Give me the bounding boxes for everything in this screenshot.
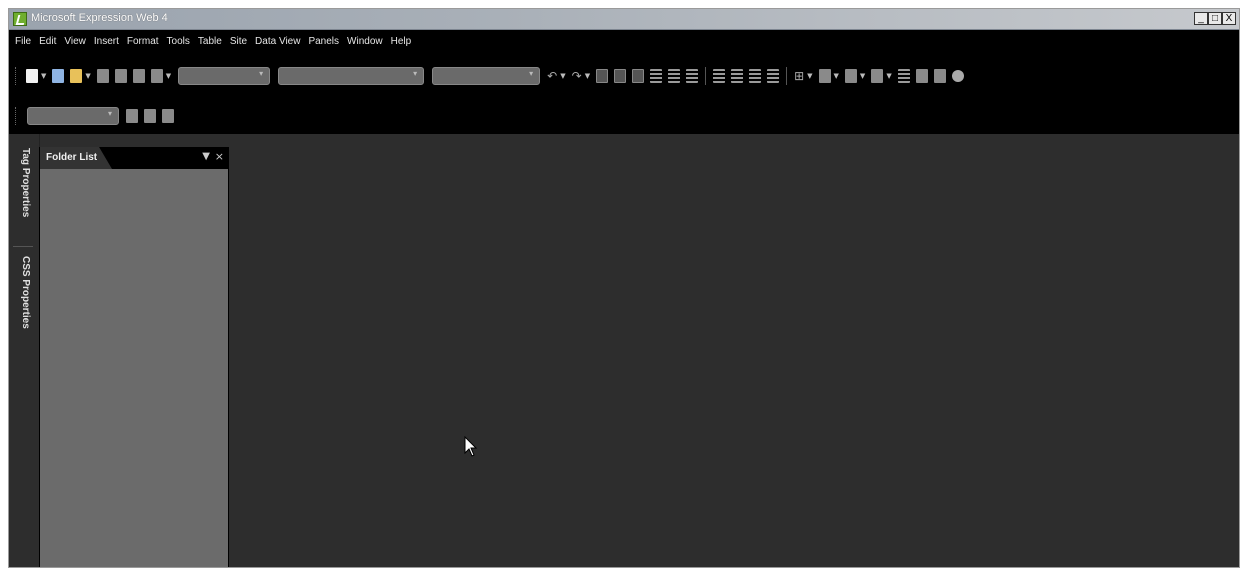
new-page-icon[interactable] [26, 69, 38, 83]
redo-icon[interactable]: ↷ [572, 69, 582, 83]
menu-view[interactable]: View [62, 36, 92, 47]
save-all-icon[interactable] [114, 69, 127, 83]
font-size-combo[interactable] [432, 67, 541, 85]
insert-hyperlink-icon[interactable] [933, 69, 946, 83]
common-toolbar: ▼ ▼ ▼ ↶ ▼ ↷ ▼ [15, 64, 967, 88]
print-icon[interactable] [132, 69, 145, 83]
editing-workspace[interactable] [229, 134, 1239, 567]
menu-help[interactable]: Help [389, 36, 418, 47]
web-component-icon[interactable] [951, 70, 964, 82]
menu-tools[interactable]: Tools [165, 36, 196, 47]
window-title: Microsoft Expression Web 4 [31, 12, 168, 24]
secondary-toolbar [15, 104, 177, 128]
bullets-icon[interactable] [731, 69, 744, 83]
menu-file[interactable]: File [13, 36, 37, 47]
menu-panels[interactable]: Panels [306, 36, 345, 47]
insert-layer-icon[interactable] [897, 69, 910, 83]
panel-title: Folder List [46, 152, 98, 163]
toolbar-separator [786, 67, 788, 85]
toolbar-grip[interactable] [15, 67, 18, 85]
font-color-icon[interactable] [844, 69, 857, 83]
insert-table-icon[interactable] [871, 69, 884, 83]
insert-table-dropdown-arrow[interactable]: ▼ [886, 72, 891, 80]
align-right-icon[interactable] [686, 69, 699, 83]
menu-edit[interactable]: Edit [37, 36, 62, 47]
toolbar-separator [705, 67, 707, 85]
new-document-icon[interactable] [52, 69, 65, 83]
redo-dropdown-arrow[interactable]: ▼ [585, 72, 590, 80]
target-combo[interactable] [27, 107, 119, 125]
title-bar: Microsoft Expression Web 4 _ □ X [9, 9, 1239, 30]
toolbar-grip[interactable] [15, 107, 18, 125]
bold-icon[interactable] [596, 69, 609, 83]
tab-tag-properties[interactable]: Tag Properties [13, 148, 31, 217]
menu-insert[interactable]: Insert [92, 36, 125, 47]
menu-window[interactable]: Window [345, 36, 389, 47]
increase-indent-icon[interactable] [767, 69, 780, 83]
new-dropdown-arrow[interactable]: ▼ [41, 72, 46, 80]
tab-folder-list[interactable]: Folder List [40, 147, 112, 169]
folder-icon[interactable] [126, 109, 138, 123]
highlight-icon[interactable] [818, 69, 831, 83]
document-icon[interactable] [144, 109, 156, 123]
preview-dropdown-arrow[interactable]: ▼ [166, 72, 171, 80]
style-combo[interactable] [178, 67, 271, 85]
decrease-indent-icon[interactable] [749, 69, 762, 83]
menu-bar: File Edit View Insert Format Tools Table… [9, 30, 1239, 52]
font-color-dropdown-arrow[interactable]: ▼ [860, 72, 865, 80]
menu-data-view[interactable]: Data View [253, 36, 306, 47]
expression-web-logo-icon [13, 12, 27, 26]
open-folder-icon[interactable] [70, 69, 83, 83]
close-icon[interactable]: × [215, 150, 224, 163]
borders-icon[interactable]: ⊞ [794, 69, 804, 83]
align-center-icon[interactable] [668, 69, 681, 83]
borders-dropdown-arrow[interactable]: ▼ [807, 72, 812, 80]
side-panel-tabs: Tag Properties CSS Properties [9, 134, 40, 567]
minimize-button[interactable]: _ [1194, 12, 1208, 25]
pin-icon[interactable]: ▼ [202, 151, 210, 162]
undo-dropdown-arrow[interactable]: ▼ [560, 72, 565, 80]
maximize-button[interactable]: □ [1208, 12, 1222, 25]
folder-list-panel[interactable]: Folder List ▼ × [39, 147, 229, 567]
underline-icon[interactable] [632, 69, 645, 83]
check-icon[interactable] [162, 109, 174, 123]
save-icon[interactable] [96, 69, 109, 83]
undo-icon[interactable]: ↶ [547, 69, 557, 83]
mouse-pointer-icon [464, 436, 478, 457]
preview-in-browser-icon[interactable] [150, 69, 163, 83]
highlight-dropdown-arrow[interactable]: ▼ [834, 72, 839, 80]
italic-icon[interactable] [614, 69, 627, 83]
align-left-icon[interactable] [650, 69, 663, 83]
menu-table[interactable]: Table [196, 36, 228, 47]
app-window: Microsoft Expression Web 4 _ □ X File Ed… [8, 8, 1240, 568]
numbering-icon[interactable] [713, 69, 726, 83]
insert-picture-icon[interactable] [915, 69, 928, 83]
close-button[interactable]: X [1222, 12, 1236, 25]
font-family-combo[interactable] [278, 67, 425, 85]
panel-header: Folder List ▼ × [40, 147, 228, 169]
toolbar-area: ▼ ▼ ▼ ↶ ▼ ↷ ▼ [9, 52, 1239, 134]
menu-site[interactable]: Site [228, 36, 253, 47]
tab-css-properties[interactable]: CSS Properties [13, 256, 31, 329]
open-dropdown-arrow[interactable]: ▼ [85, 72, 90, 80]
menu-format[interactable]: Format [125, 36, 165, 47]
side-tab-divider [13, 246, 33, 247]
